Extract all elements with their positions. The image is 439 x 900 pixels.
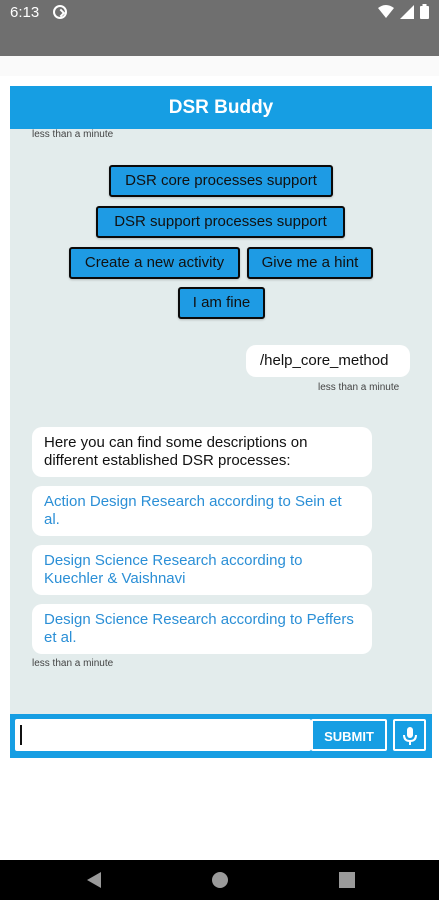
microphone-button[interactable] — [393, 719, 426, 751]
battery-icon — [420, 4, 429, 19]
app-title: DSR Buddy — [10, 86, 432, 129]
signal-icon — [400, 4, 414, 19]
timestamp: less than a minute — [32, 658, 114, 669]
timestamp: less than a minute — [32, 129, 114, 140]
quick-reply-support-processes[interactable]: DSR support processes support — [96, 206, 345, 238]
text-cursor — [20, 725, 22, 745]
chat-window: DSR Buddy less than a minute DSR core pr… — [10, 86, 432, 758]
quick-reply-hint[interactable]: Give me a hint — [247, 247, 373, 279]
status-icons — [378, 4, 429, 19]
bot-link[interactable]: Design Science Research according to Pef… — [32, 604, 372, 654]
bot-link[interactable]: Action Design Research according to Sein… — [32, 486, 372, 536]
quick-reply-new-activity[interactable]: Create a new activity — [69, 247, 240, 279]
notification-icon — [53, 5, 67, 19]
back-icon[interactable] — [87, 872, 101, 888]
wifi-icon — [378, 4, 394, 18]
composer: SUBMIT — [10, 714, 432, 758]
bot-message: Here you can find some descriptions on d… — [32, 427, 372, 477]
microphone-icon — [403, 727, 417, 745]
quick-reply-core-processes[interactable]: DSR core processes support — [109, 165, 333, 197]
status-time: 6:13 — [10, 4, 40, 21]
bot-link[interactable]: Design Science Research according to Kue… — [32, 545, 372, 595]
submit-button[interactable]: SUBMIT — [311, 719, 387, 751]
home-icon[interactable] — [212, 872, 228, 888]
message-input[interactable] — [15, 719, 311, 751]
navigation-bar — [0, 860, 439, 900]
user-message: /help_core_method — [246, 345, 410, 377]
quick-reply-fine[interactable]: I am fine — [178, 287, 265, 319]
recent-apps-icon[interactable] — [339, 872, 355, 888]
top-strip — [0, 56, 439, 76]
status-bar: 6:13 — [0, 0, 439, 56]
timestamp: less than a minute — [318, 382, 400, 393]
